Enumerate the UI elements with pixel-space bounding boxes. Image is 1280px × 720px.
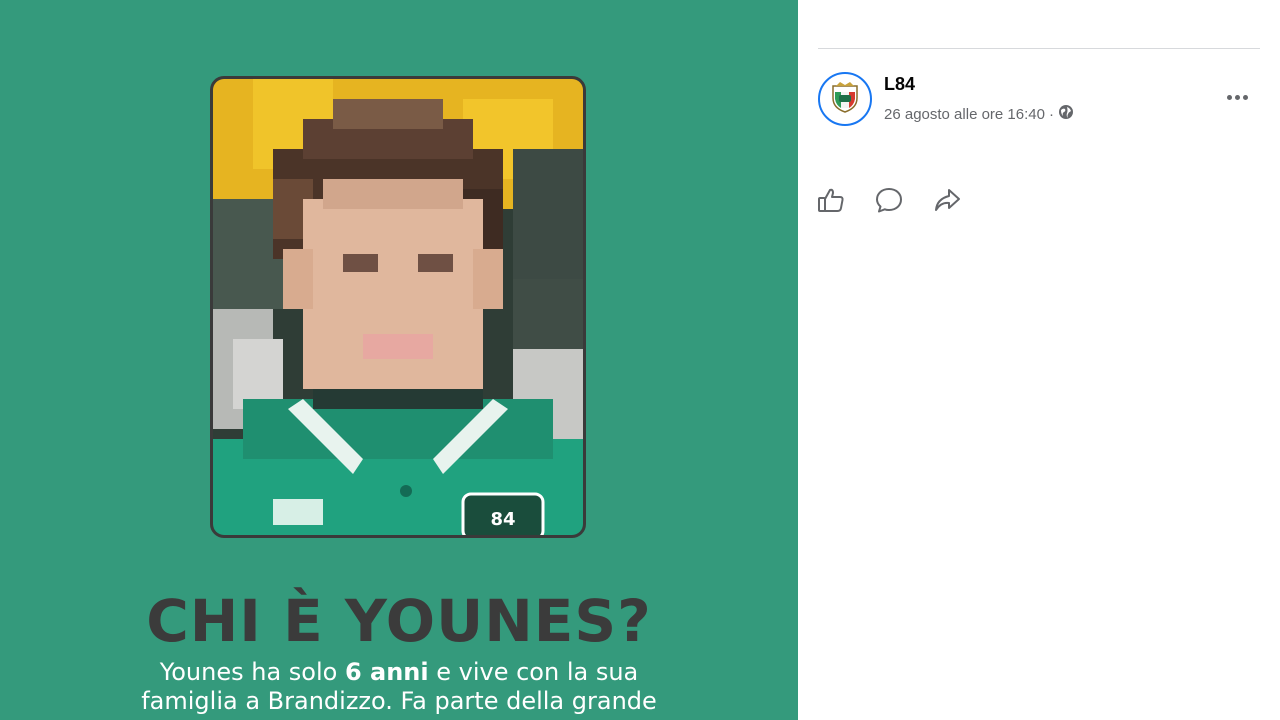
thumbs-up-icon: [817, 186, 845, 219]
caption-line-1: Younes ha solo 6 anni e vive con la sua: [40, 658, 758, 687]
meta-separator: ·: [1048, 105, 1054, 123]
dot-icon: [1226, 94, 1232, 100]
caption: Younes ha solo 6 anni e vive con la sua …: [40, 658, 758, 716]
dot-icon: [1234, 94, 1240, 100]
caption-line-2: famiglia a Brandizzo. Fa parte della gra…: [141, 687, 657, 715]
share-button[interactable]: [932, 186, 962, 218]
post-side-panel: L84 26 agosto alle ore 16:40 ·: [798, 0, 1280, 720]
post-meta: 26 agosto alle ore 16:40 ·: [884, 104, 1074, 124]
dot-icon: [1242, 94, 1248, 100]
club-crest-icon: [828, 80, 862, 119]
share-arrow-icon: [933, 186, 961, 219]
like-button[interactable]: [816, 186, 846, 218]
caption-text: Younes ha solo: [159, 658, 345, 686]
post-actions: [816, 186, 962, 218]
caption-text: e vive con la sua: [428, 658, 639, 686]
child-photo: 84: [210, 76, 586, 538]
more-options-button[interactable]: [1220, 84, 1254, 110]
speech-bubble-icon: [875, 186, 903, 219]
post-timestamp[interactable]: 26 agosto alle ore 16:40: [884, 106, 1045, 123]
comment-button[interactable]: [874, 186, 904, 218]
jersey-badge: 84: [461, 492, 545, 535]
page-name[interactable]: L84: [884, 74, 915, 95]
svg-text:84: 84: [490, 509, 515, 530]
globe-icon[interactable]: [1058, 104, 1074, 124]
caption-bold-text: 6 anni: [344, 658, 429, 686]
top-divider: [818, 48, 1260, 49]
headline: CHI È YOUNES?: [146, 587, 652, 655]
page-avatar[interactable]: [818, 72, 872, 126]
post-image[interactable]: 84 CHI È YOUNES? Younes ha solo 6 anni e…: [0, 0, 798, 720]
